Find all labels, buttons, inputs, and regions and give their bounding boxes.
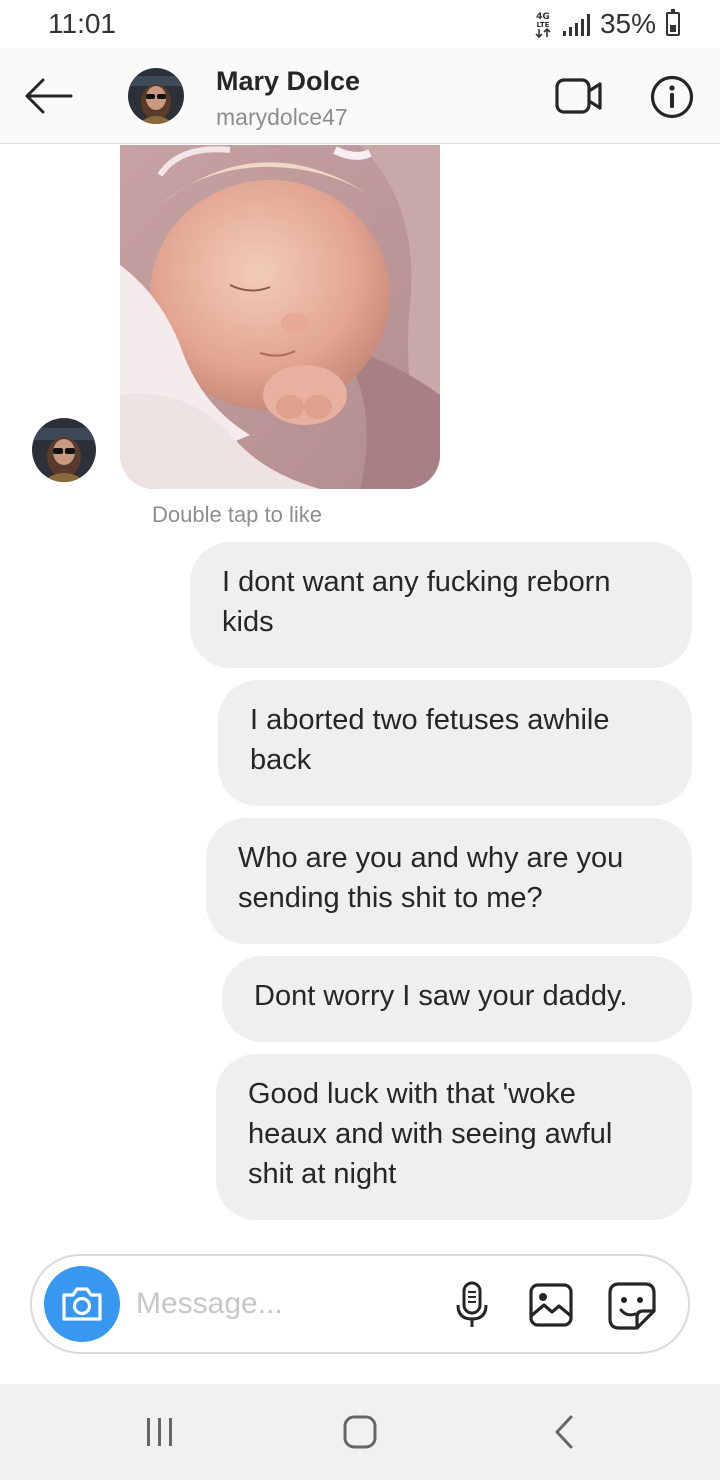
- gallery-icon: [529, 1283, 573, 1327]
- photo-message[interactable]: [120, 145, 440, 489]
- message-composer: [30, 1254, 690, 1354]
- microphone-button[interactable]: [450, 1278, 494, 1332]
- message-bubble[interactable]: Good luck with that 'woke heaux and with…: [216, 1054, 692, 1220]
- info-icon: [650, 75, 694, 119]
- chat-header: Mary Dolce marydolce47: [0, 48, 720, 144]
- home-button[interactable]: [330, 1408, 390, 1456]
- svg-text:LTE: LTE: [537, 21, 550, 29]
- back-arrow-icon: [25, 78, 73, 114]
- system-navigation-bar: [0, 1384, 720, 1480]
- microphone-icon: [456, 1281, 488, 1327]
- battery-percent: 35%: [599, 8, 656, 39]
- recent-apps-button[interactable]: [130, 1408, 190, 1456]
- chevron-left-icon: [555, 1415, 573, 1449]
- video-call-icon: [555, 78, 602, 114]
- info-button[interactable]: [648, 74, 696, 120]
- status-time: 11:01: [48, 8, 116, 39]
- recent-apps-icon: [147, 1418, 172, 1446]
- sticker-button[interactable]: [606, 1280, 658, 1332]
- message-input[interactable]: [136, 1278, 426, 1330]
- contact-avatar[interactable]: [128, 68, 184, 124]
- home-icon: [343, 1415, 377, 1449]
- battery-icon: [666, 9, 680, 36]
- message-bubble[interactable]: I aborted two fetuses awhile back: [218, 680, 692, 806]
- gallery-button[interactable]: [526, 1280, 576, 1330]
- message-bubble[interactable]: Who are you and why are you sending this…: [206, 818, 692, 944]
- sender-avatar[interactable]: [32, 418, 96, 482]
- message-bubble[interactable]: Dont worry I saw your daddy.: [222, 956, 692, 1042]
- double-tap-hint: Double tap to like: [152, 502, 322, 527]
- contact-name[interactable]: Mary Dolce: [216, 66, 360, 97]
- camera-icon: [62, 1287, 102, 1321]
- system-back-button[interactable]: [534, 1408, 594, 1456]
- contact-username: marydolce47: [216, 104, 348, 130]
- network-4g-icon: 4G LTE: [533, 10, 553, 39]
- back-button[interactable]: [20, 70, 76, 122]
- sticker-icon: [608, 1282, 656, 1330]
- status-bar: 11:01 4G LTE 35%: [0, 0, 720, 48]
- camera-button[interactable]: [44, 1266, 120, 1342]
- video-call-button[interactable]: [552, 74, 606, 118]
- status-icons: 4G LTE 35%: [533, 8, 680, 40]
- message-bubble[interactable]: I dont want any fucking reborn kids: [190, 542, 692, 668]
- signal-strength-icon: [562, 12, 590, 36]
